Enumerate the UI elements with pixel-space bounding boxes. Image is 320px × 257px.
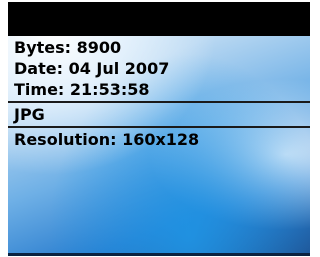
bottom-edge [8, 253, 310, 256]
separator [8, 101, 310, 103]
file-details-screen: Bytes: 8900 Date: 04 Jul 2007 Time: 21:5… [8, 2, 310, 256]
bytes-label: Bytes: [14, 38, 72, 57]
bytes-row: Bytes: 8900 [14, 39, 121, 57]
bytes-value: 8900 [76, 38, 122, 57]
type-row: JPG [14, 106, 45, 124]
separator [8, 126, 310, 128]
date-row: Date: 04 Jul 2007 [14, 60, 169, 78]
resolution-row: Resolution: 160x128 [14, 131, 199, 149]
date-value: 04 Jul 2007 [68, 59, 170, 78]
time-label: Time: [14, 80, 65, 99]
date-label: Date: [14, 59, 63, 78]
top-bar [8, 2, 310, 36]
time-row: Time: 21:53:58 [14, 81, 150, 99]
resolution-value: 160x128 [122, 130, 200, 149]
time-value: 21:53:58 [69, 80, 150, 99]
resolution-label: Resolution: [14, 130, 117, 149]
file-type: JPG [14, 105, 45, 124]
